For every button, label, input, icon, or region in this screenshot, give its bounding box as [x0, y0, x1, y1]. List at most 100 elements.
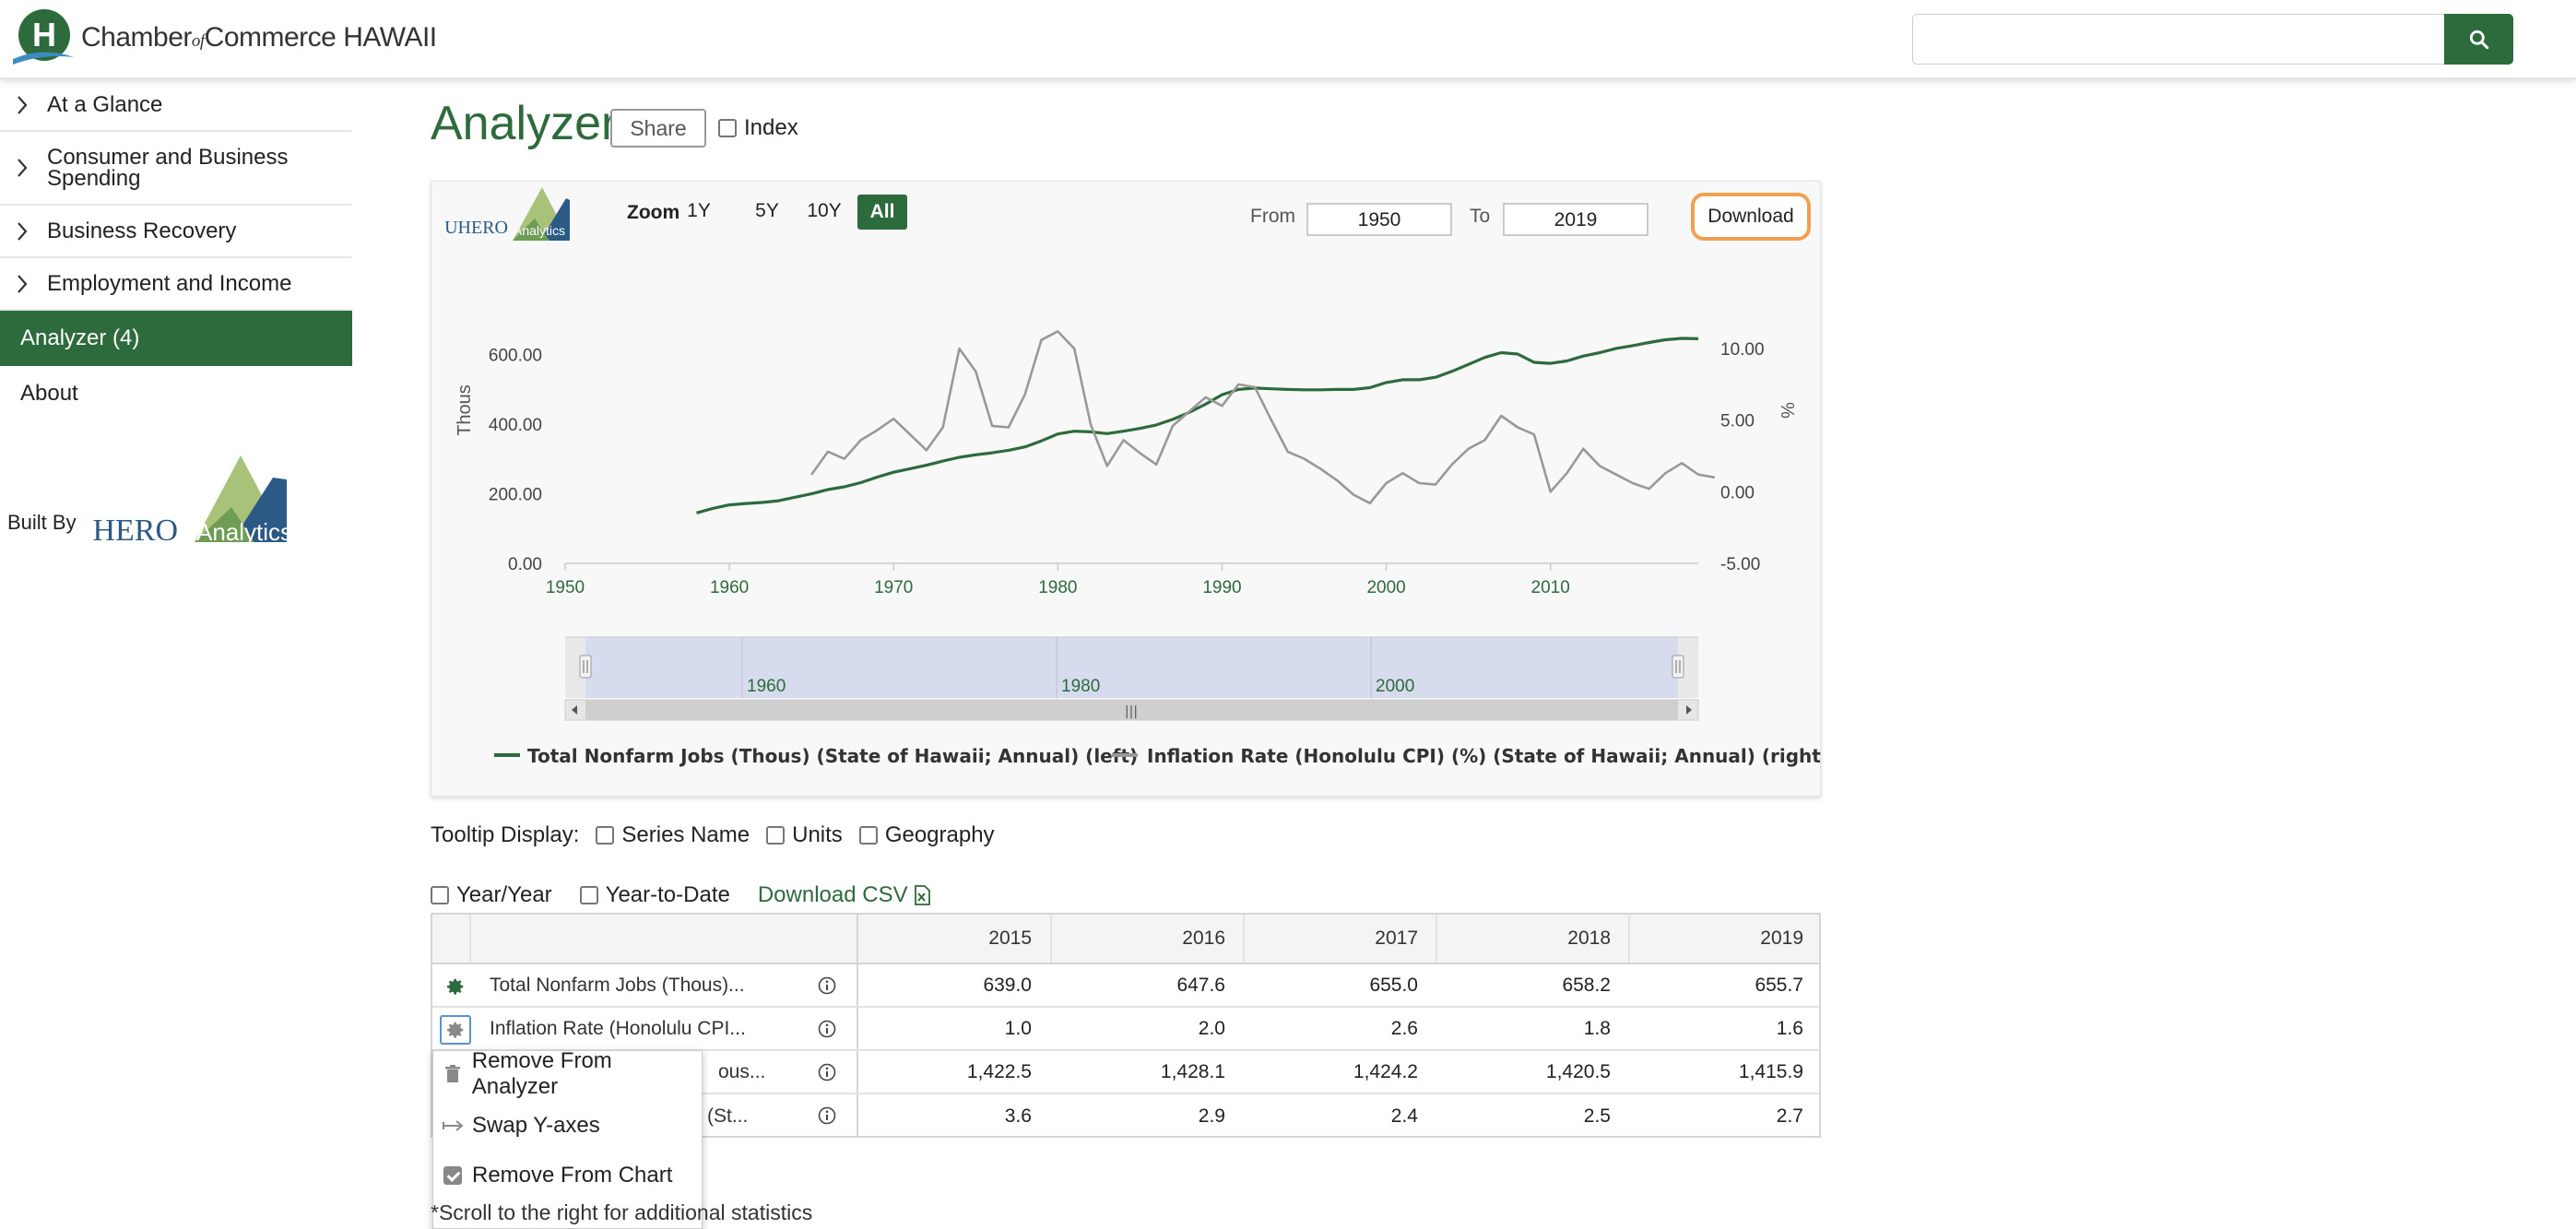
- chevron-right-icon: [18, 95, 28, 114]
- sidebar-item-about[interactable]: About: [0, 366, 352, 421]
- context-menu-label: Remove From Analyzer: [471, 1048, 612, 1099]
- search-button[interactable]: [2444, 14, 2513, 65]
- units-checkbox[interactable]: [766, 826, 786, 845]
- sidebar-item-label: About: [20, 381, 78, 406]
- table-cell: 2.5: [1583, 1105, 1611, 1127]
- excel-file-icon: [914, 885, 930, 905]
- chamber-logo[interactable]: H ChamberofCommerce HAWAII: [9, 6, 437, 70]
- top-header: H ChamberofCommerce HAWAII: [0, 0, 2576, 79]
- index-label: Index: [744, 115, 798, 140]
- download-button[interactable]: Download: [1691, 193, 1811, 241]
- search-input[interactable]: [1912, 14, 2445, 65]
- download-csv-link[interactable]: Download CSV: [758, 882, 930, 908]
- share-button[interactable]: Share: [610, 109, 706, 148]
- x-tick-label: 1990: [1202, 578, 1241, 597]
- zoom-10y-button[interactable]: 10Y: [807, 200, 841, 221]
- left-tick-label: 600.00: [489, 347, 542, 366]
- series-settings-button[interactable]: [440, 1015, 471, 1045]
- chevron-right-icon: [18, 159, 28, 177]
- svg-text:All: All: [870, 201, 895, 222]
- remove-from-chart-item[interactable]: Remove From Chart: [433, 1152, 702, 1199]
- x-tick-label: 1980: [1038, 578, 1077, 597]
- legend-item-nonfarm-jobs[interactable]: Total Nonfarm Jobs (Thous) (State of Haw…: [494, 745, 1138, 767]
- chamber-logo-mark: H: [13, 9, 74, 65]
- series-name[interactable]: Inflation Rate (Honolulu CPI...: [490, 1008, 766, 1049]
- table-header-row: 2015 2016 2017 2018 2019: [432, 915, 1819, 964]
- table-row: Total Nonfarm Jobs (Thous)... 639.0 647.…: [432, 964, 1819, 1008]
- uhero-analytics-logo[interactable]: UHERO Analytics: [93, 452, 287, 544]
- table-cell: 1.8: [1583, 1017, 1611, 1039]
- tooltip-units-toggle[interactable]: Units: [766, 822, 843, 848]
- tooltip-geography-toggle[interactable]: Geography: [858, 822, 995, 848]
- navigator-right-handle[interactable]: [1672, 655, 1684, 679]
- svg-text:Inflation Rate (Honolulu CPI): Inflation Rate (Honolulu CPI) (%) (State…: [1147, 745, 1822, 767]
- table-cell: 3.6: [1004, 1105, 1032, 1127]
- table-cell: 639.0: [983, 974, 1032, 996]
- checkbox-checked-icon: [443, 1166, 462, 1185]
- zoom-1y-button[interactable]: 1Y: [687, 200, 711, 221]
- zoom-all-button[interactable]: All: [857, 195, 907, 230]
- info-icon[interactable]: [817, 1062, 837, 1082]
- table-cell: 655.7: [1755, 974, 1803, 996]
- trash-icon: [444, 1065, 460, 1082]
- series-name-checkbox[interactable]: [596, 826, 615, 845]
- series-name[interactable]: Total Nonfarm Jobs (Thous)...: [490, 964, 766, 1006]
- chart-logo-analytics: Analytics: [514, 223, 565, 238]
- sidebar-item-consumer-business-spending[interactable]: Consumer and Business Spending: [0, 132, 352, 206]
- page-title: Analyzer: [431, 97, 618, 150]
- chart-canvas: UHERO Analytics Zoom 1Y 5Y 10Y All From …: [444, 187, 1822, 767]
- tooltip-display-row: Tooltip Display: Series Name Units Geogr…: [431, 822, 995, 848]
- tooltip-display-label: Tooltip Display:: [431, 822, 580, 847]
- sidebar-item-at-a-glance[interactable]: At a Glance: [0, 79, 352, 132]
- right-tick-label: 10.00: [1720, 340, 1765, 360]
- sidebar-item-label: Consumer and Business Spending: [47, 145, 289, 191]
- info-icon[interactable]: [817, 1019, 837, 1039]
- from-year-input[interactable]: 1950: [1306, 203, 1452, 236]
- sidebar-item-business-recovery[interactable]: Business Recovery: [0, 206, 352, 258]
- table-cell: 2.4: [1390, 1105, 1418, 1127]
- zoom-5y-button[interactable]: 5Y: [755, 200, 779, 221]
- swap-icon: [443, 1120, 464, 1131]
- year-to-date-checkbox[interactable]: [579, 886, 598, 904]
- table-cell: 1.6: [1776, 1017, 1803, 1039]
- index-checkbox[interactable]: [718, 119, 737, 137]
- uhero-logo-text: UHERO: [93, 514, 178, 544]
- tooltip-series-name-toggle[interactable]: Series Name: [596, 822, 750, 848]
- x-tick-label: 1970: [874, 578, 913, 597]
- units-label: Units: [792, 822, 843, 847]
- remove-from-analyzer-item[interactable]: Remove From Analyzer: [433, 1048, 702, 1099]
- swap-y-axes-item[interactable]: Swap Y-axes: [433, 1103, 702, 1149]
- legend-item-inflation-rate[interactable]: Inflation Rate (Honolulu CPI) (%) (State…: [1112, 745, 1822, 767]
- search-icon: [2469, 30, 2488, 49]
- geography-checkbox[interactable]: [858, 826, 878, 845]
- navigator-left-handle[interactable]: [579, 655, 592, 679]
- table-cell: 1,424.2: [1353, 1060, 1418, 1082]
- built-by-label: Built By: [7, 511, 77, 534]
- chevron-right-icon: [18, 274, 28, 293]
- year-to-date-toggle[interactable]: Year-to-Date: [579, 882, 730, 908]
- table-cell: 1.0: [1004, 1017, 1032, 1039]
- year-year-toggle[interactable]: Year/Year: [431, 882, 552, 908]
- table-year-header: 2015: [988, 928, 1032, 949]
- sidebar-item-analyzer[interactable]: Analyzer (4): [0, 311, 352, 366]
- range-navigator[interactable]: 1960 1980 2000: [565, 636, 1698, 698]
- brand-name: ChamberofCommerce HAWAII: [81, 22, 437, 53]
- table-cell: 1,422.5: [966, 1060, 1032, 1082]
- year-year-checkbox[interactable]: [431, 886, 449, 904]
- sidebar-item-employment-income[interactable]: Employment and Income: [0, 258, 352, 311]
- to-year-input[interactable]: 2019: [1503, 203, 1648, 236]
- series-settings-button[interactable]: [440, 972, 471, 1001]
- index-toggle[interactable]: Index: [718, 115, 798, 141]
- geography-label: Geography: [884, 822, 995, 847]
- navigator-scrollbar[interactable]: |||: [564, 699, 1699, 721]
- x-tick-label: 2000: [1366, 578, 1405, 597]
- svg-text:Total Nonfarm Jobs (Thous) (St: Total Nonfarm Jobs (Thous) (State of Haw…: [527, 745, 1138, 767]
- info-icon[interactable]: [817, 975, 837, 996]
- x-tick-label: 2010: [1531, 578, 1570, 597]
- download-csv-label: Download CSV: [757, 882, 908, 907]
- sidebar-item-label: At a Glance: [47, 92, 163, 117]
- info-icon[interactable]: [817, 1105, 837, 1126]
- sidebar-item-label: Analyzer (4): [20, 325, 140, 350]
- x-tick-label: 1950: [546, 578, 585, 597]
- svg-text:1950: 1950: [1358, 209, 1401, 230]
